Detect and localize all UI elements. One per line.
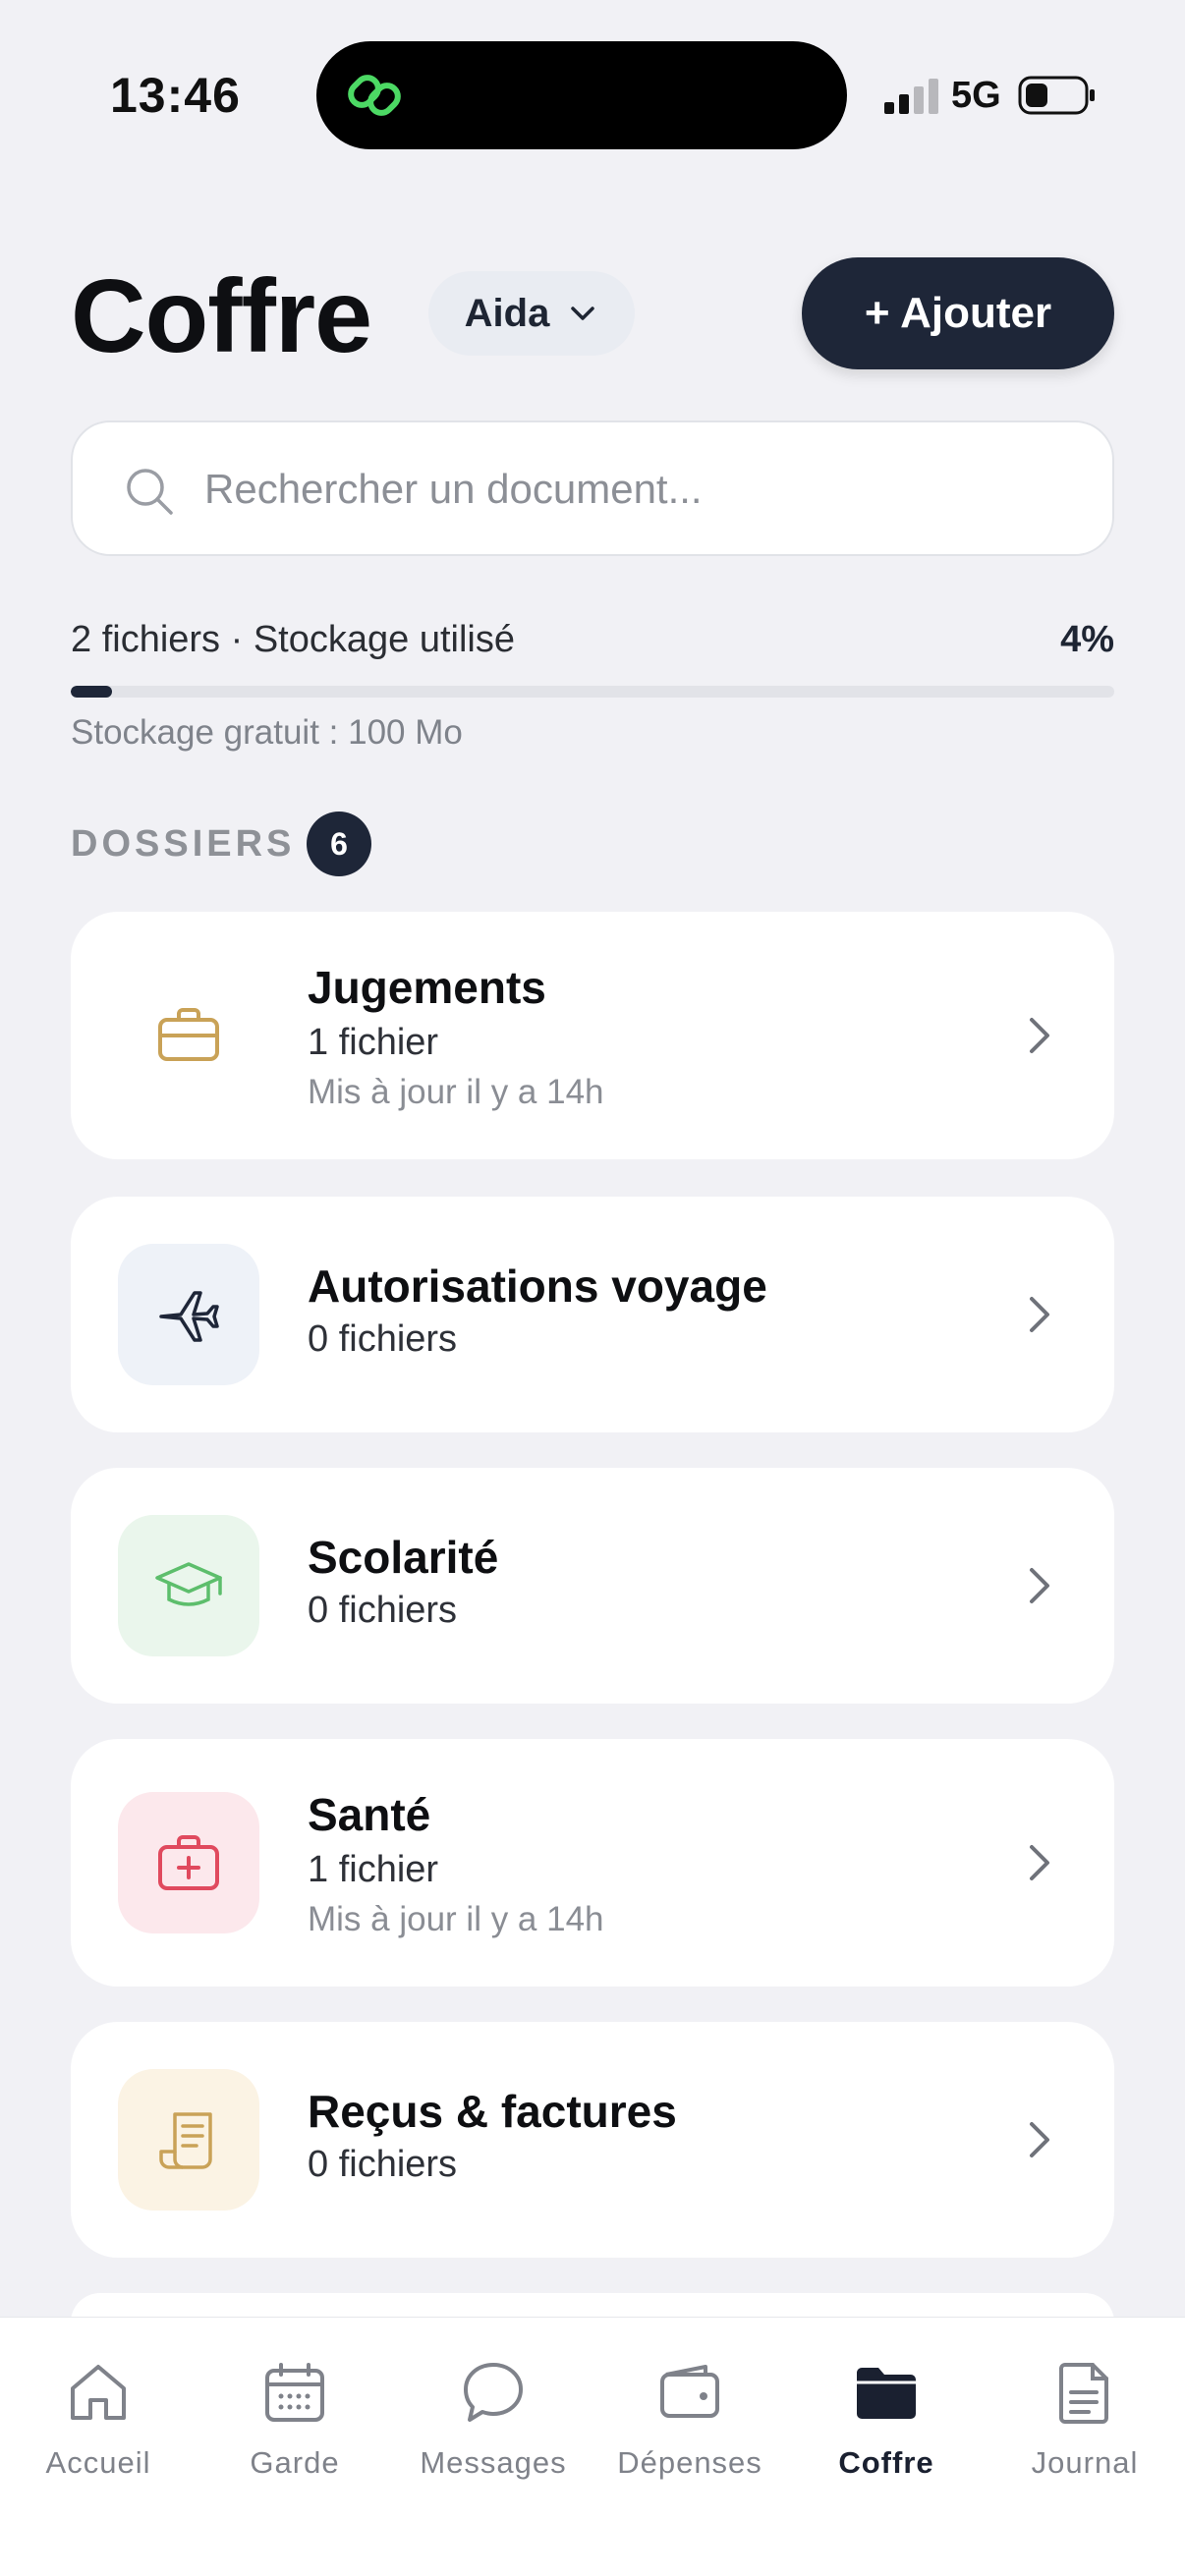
folder-icon [857, 2368, 916, 2419]
storage-percent: 4% [1060, 619, 1114, 660]
storage-quota-label: Stockage gratuit : 100 Mo [71, 713, 463, 752]
folder-file-count: 1 fichier [308, 1849, 439, 1890]
home-icon [71, 2365, 126, 2420]
search-box[interactable] [71, 420, 1114, 556]
folder-file-count: 0 fichiers [308, 1590, 458, 1631]
nav-messages[interactable]: Messages [395, 2357, 592, 2485]
folder-card-recus-factures[interactable]: Reçus & factures 0 fichiers [71, 2022, 1114, 2258]
linked-rings-icon [348, 75, 401, 116]
briefcase-icon [158, 1008, 219, 1061]
folder-file-count: 1 fichier [308, 1022, 439, 1063]
folder-icon-box [118, 2069, 259, 2211]
folder-icon-box [118, 1792, 259, 1933]
folder-file-count: 0 fichiers [308, 1318, 458, 1360]
child-selector-label: Aida [464, 291, 550, 335]
chevron-right-icon [1030, 1297, 1049, 1332]
nav-label: Journal [1031, 2445, 1139, 2480]
search-icon [127, 469, 173, 515]
nav-garde[interactable]: Garde [197, 2357, 393, 2485]
document-icon [1059, 2363, 1108, 2424]
storage-progress-fill [71, 686, 113, 698]
chevron-right-icon [1030, 1568, 1049, 1603]
nav-accueil[interactable]: Accueil [0, 2357, 197, 2485]
nav-depenses[interactable]: Dépenses [592, 2357, 788, 2485]
folder-card-sante[interactable]: Santé 1 fichier Mis à jour il y a 14h [71, 1739, 1114, 1987]
calendar-icon [265, 2363, 324, 2422]
airplane-icon [159, 1291, 219, 1342]
folder-name: Reçus & factures [308, 2086, 677, 2137]
chevron-right-icon [1030, 1018, 1049, 1053]
battery-icon [1018, 76, 1095, 115]
nav-label: Accueil [45, 2445, 151, 2480]
storage-progress-bar [71, 686, 1114, 698]
nav-label: Dépenses [617, 2445, 762, 2480]
folder-name: Autorisations voyage [308, 1260, 767, 1312]
folder-file-count: 0 fichiers [308, 2144, 458, 2185]
receipt-icon [159, 2112, 212, 2169]
page-title: Coffre [71, 258, 372, 374]
nav-label: Garde [250, 2445, 340, 2480]
status-time: 13:46 [110, 68, 241, 123]
folder-icon-box [118, 965, 259, 1106]
child-selector[interactable]: Aida [428, 271, 635, 356]
status-bar: 13:46 5G [0, 0, 1185, 167]
nav-label: Coffre [838, 2445, 934, 2480]
folder-updated: Mis à jour il y a 14h [308, 1073, 604, 1111]
nav-coffre[interactable]: Coffre [788, 2357, 985, 2485]
bottom-navigation: Accueil Garde Messages Dépenses Coffre J… [0, 2317, 1185, 2576]
network-type: 5G [951, 75, 1001, 116]
graduation-cap-icon [155, 1562, 222, 1606]
folder-card-jugements[interactable]: Jugements 1 fichier Mis à jour il y a 14… [71, 912, 1114, 1159]
section-title: DOSSIERS [71, 823, 296, 865]
folder-card-autorisations-voyage[interactable]: Autorisations voyage 0 fichiers [71, 1197, 1114, 1432]
folder-icon-box [118, 1244, 259, 1385]
add-document-button[interactable]: + Ajouter [802, 257, 1114, 369]
nav-label: Messages [420, 2445, 567, 2480]
dynamic-island [316, 41, 847, 149]
folder-name: Jugements [308, 962, 546, 1013]
folder-icon-box [118, 1515, 259, 1656]
wallet-icon [660, 2365, 719, 2418]
folder-name: Santé [308, 1789, 431, 1840]
chevron-right-icon [1030, 2122, 1049, 2157]
folder-count-badge: 6 [307, 812, 371, 876]
cellular-signal-icon [884, 79, 938, 114]
folder-name: Scolarité [308, 1532, 499, 1583]
chat-bubble-icon [464, 2363, 523, 2422]
folder-updated: Mis à jour il y a 14h [308, 1900, 604, 1938]
folder-card-scolarite[interactable]: Scolarité 0 fichiers [71, 1468, 1114, 1704]
chevron-down-icon [571, 307, 595, 320]
chevron-right-icon [1030, 1845, 1049, 1880]
search-input[interactable] [204, 452, 1069, 527]
storage-label: 2 fichiers · Stockage utilisé [71, 619, 515, 660]
medical-kit-icon [158, 1835, 219, 1890]
nav-journal[interactable]: Journal [987, 2357, 1183, 2485]
